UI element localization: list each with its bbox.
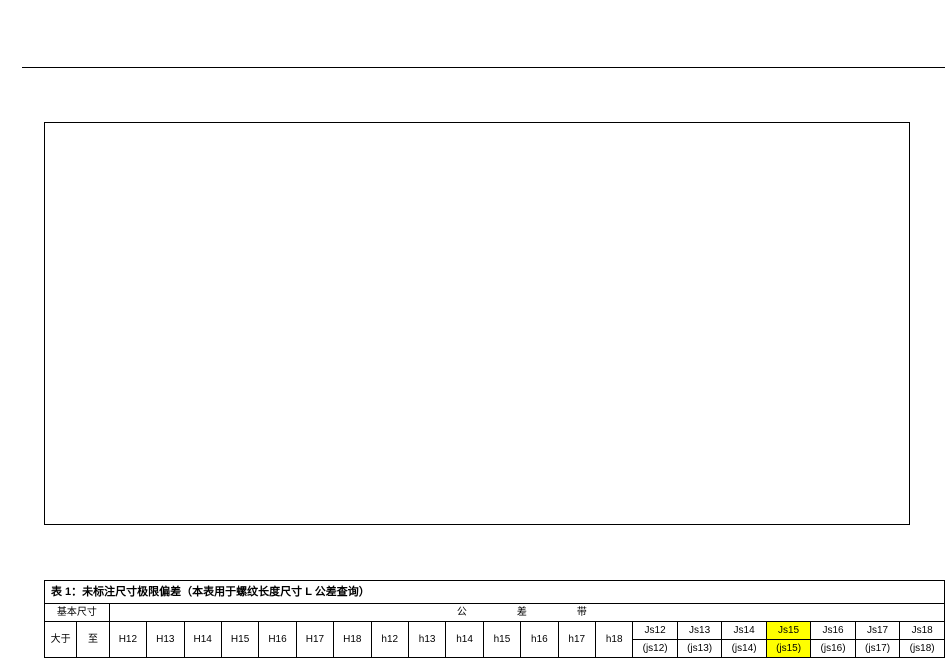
col-Js13-top: Js13 [677, 622, 721, 640]
to-header: 至 [77, 622, 109, 658]
col-h17: h17 [558, 622, 595, 658]
col-js12-bot: (js12) [633, 640, 677, 658]
col-h13: h13 [408, 622, 445, 658]
basic-size-header: 基本尺寸 [45, 604, 110, 622]
col-H12: H12 [109, 622, 146, 658]
col-h15: h15 [483, 622, 520, 658]
col-Js15-top: Js15 [766, 622, 810, 640]
table-title: 表 1：未标注尺寸极限偏差（本表用于螺纹长度尺寸 L 公差查询） [45, 581, 945, 604]
col-Js16-top: Js16 [811, 622, 855, 640]
col-js13-bot: (js13) [677, 640, 721, 658]
col-js14-bot: (js14) [722, 640, 766, 658]
col-Js18-top: Js18 [900, 622, 945, 640]
col-h16: h16 [521, 622, 558, 658]
horizontal-rule [22, 67, 945, 68]
col-H16: H16 [259, 622, 296, 658]
col-js15-bot: (js15) [766, 640, 810, 658]
col-Js14-top: Js14 [722, 622, 766, 640]
col-js17-bot: (js17) [855, 640, 899, 658]
col-js18-bot: (js18) [900, 640, 945, 658]
table-title-row: 表 1：未标注尺寸极限偏差（本表用于螺纹长度尺寸 L 公差查询） [45, 581, 945, 604]
table-header-row-2: 大于 至 H12 H13 H14 H15 H16 H17 H18 h12 h13… [45, 622, 945, 640]
col-H13: H13 [147, 622, 184, 658]
col-H15: H15 [221, 622, 258, 658]
col-Js12-top: Js12 [633, 622, 677, 640]
col-js16-bot: (js16) [811, 640, 855, 658]
col-Js17-top: Js17 [855, 622, 899, 640]
col-h14: h14 [446, 622, 483, 658]
col-H18: H18 [334, 622, 371, 658]
figure-placeholder-box [44, 122, 910, 525]
col-H14: H14 [184, 622, 221, 658]
from-header: 大于 [45, 622, 77, 658]
tolerance-band-header: 公 差 带 [109, 604, 944, 622]
col-h18: h18 [595, 622, 632, 658]
col-h12: h12 [371, 622, 408, 658]
table-header-row-1: 基本尺寸 公 差 带 [45, 604, 945, 622]
tolerance-table-wrapper: 表 1：未标注尺寸极限偏差（本表用于螺纹长度尺寸 L 公差查询） 基本尺寸 公 … [44, 580, 945, 658]
tolerance-table: 表 1：未标注尺寸极限偏差（本表用于螺纹长度尺寸 L 公差查询） 基本尺寸 公 … [44, 580, 945, 658]
col-H17: H17 [296, 622, 333, 658]
